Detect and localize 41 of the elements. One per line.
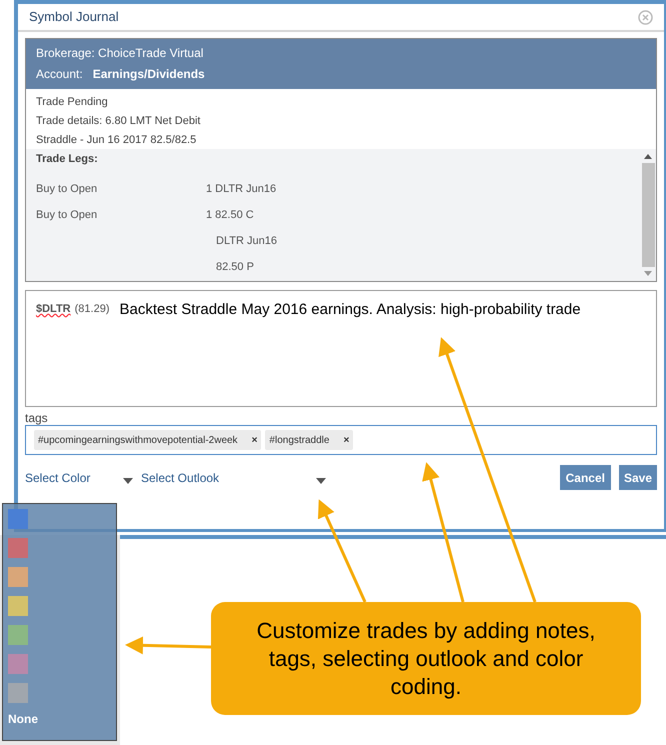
scroll-up-icon[interactable] [644,153,652,159]
close-icon[interactable] [638,10,653,24]
tags-field[interactable]: #upcomingearningswithmovepotential-2week × #longstraddle × [25,425,657,455]
color-swatch[interactable] [8,538,28,558]
leg-detail: 82.50 P [216,260,254,274]
note-text: Backtest Straddle May 2016 earnings. Analysis: high-probability trade [120,300,581,320]
color-swatch[interactable] [8,625,28,645]
caret-icon [316,478,326,484]
remove-tag-button[interactable]: × [343,432,350,448]
color-swatch[interactable] [8,509,28,529]
leg-action: Buy to Open [36,182,98,194]
color-swatch[interactable] [8,654,28,674]
trade-legs-title: Trade Legs: [36,152,99,167]
tag-chip: #longstraddle × [265,430,354,450]
window-title: Symbol Journal [29,8,119,26]
callout-text: Customize trades by adding notes, tags, selecting outlook and color coding. [256,616,596,700]
tags-label: tags [25,411,48,425]
caret-icon [123,478,133,484]
leg-detail: 1 82.50 C [206,208,254,222]
color-swatch[interactable] [8,596,28,616]
color-swatch[interactable] [8,683,28,703]
brokerage-label: Brokerage: ChoiceTrade Virtual [36,45,204,62]
scroll-down-icon[interactable] [644,271,652,277]
note-field[interactable]: $DLTR (81.29) Backtest Straddle May 2016 earnings. Analysis: high-probability trade [25,290,657,407]
symbol-label: $DLTR [36,302,71,317]
leg-action: Buy to Open [36,208,98,220]
color-swatch[interactable] [8,567,28,587]
select-dropdown[interactable]: Select Outlook [141,468,326,486]
tag-chip: #upcomingearningswithmovepotential-2week × [34,430,262,450]
select-dropdown[interactable]: Select Color [25,468,133,486]
leg-detail: 1 DLTR Jun16 [206,182,276,196]
info-text: Trade Pending [36,96,109,108]
account-name: Earnings/Dividends [92,66,205,83]
symbol-price: (81.29) [74,302,110,317]
info-text: Trade details: 6.80 LMT Net Debit [36,115,202,127]
account-label: Account: [36,66,83,83]
cancel-button[interactable]: Cancel [560,465,611,490]
save-button[interactable]: Save [618,465,657,490]
leg-detail: DLTR Jun16 [216,234,277,248]
info-text: Straddle - Jun 16 2017 82.5/82.5 [36,134,198,146]
remove-tag-button[interactable]: × [252,432,258,448]
